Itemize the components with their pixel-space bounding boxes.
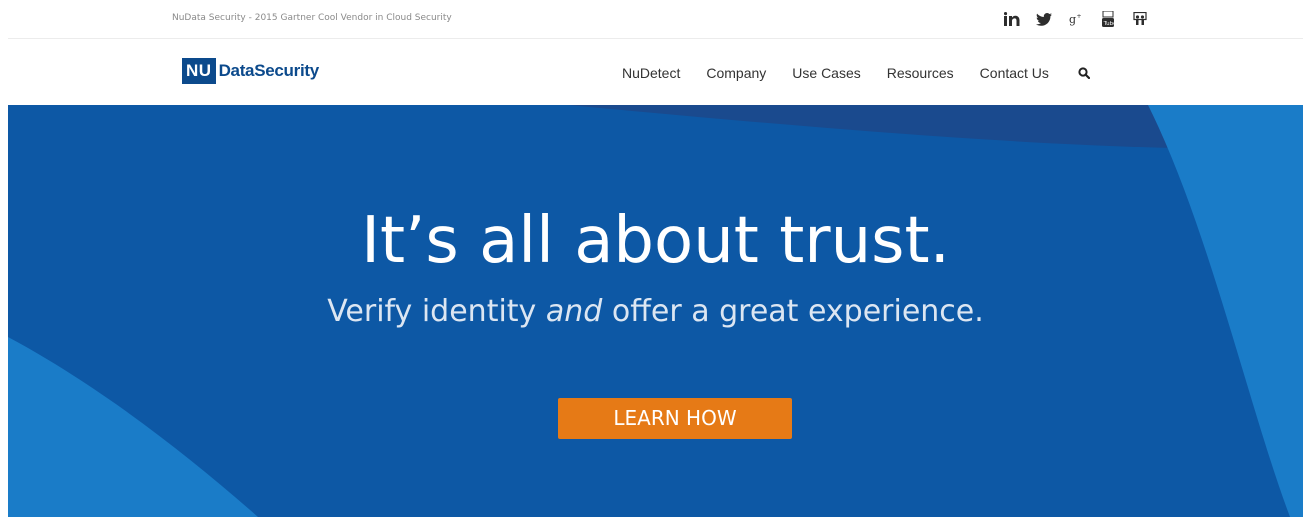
svg-text:g: g bbox=[1069, 13, 1076, 26]
nav-item-resources[interactable]: Resources bbox=[887, 65, 954, 81]
twitter-icon[interactable] bbox=[1028, 9, 1060, 29]
hero-subtitle-emphasis: and bbox=[545, 294, 603, 329]
logo-text: DataSecurity bbox=[218, 61, 320, 80]
top-bar: NuData Security - 2015 Gartner Cool Vend… bbox=[0, 0, 1311, 38]
tagline: NuData Security - 2015 Gartner Cool Vend… bbox=[172, 13, 452, 23]
nav-item-nudetect[interactable]: NuDetect bbox=[622, 65, 680, 81]
hero-title: It’s all about trust. bbox=[361, 204, 950, 278]
youtube-icon[interactable]: Tube bbox=[1092, 9, 1124, 29]
main-header: NU DataSecurity NuDetect Company Use Cas… bbox=[0, 39, 1311, 105]
search-icon[interactable] bbox=[1075, 64, 1093, 82]
svg-text:Tube: Tube bbox=[1103, 21, 1115, 27]
hero-subtitle-start: Verify identity bbox=[327, 294, 546, 329]
nav-item-company[interactable]: Company bbox=[706, 65, 766, 81]
logo[interactable]: NU DataSecurity bbox=[182, 58, 319, 84]
social-links: g + Tube bbox=[996, 9, 1156, 29]
hero-subtitle-end: offer a great experience. bbox=[602, 294, 984, 329]
learn-how-button[interactable]: LEARN HOW bbox=[558, 398, 792, 439]
logo-mark: NU bbox=[182, 58, 216, 84]
svg-text:+: + bbox=[1077, 13, 1082, 20]
linkedin-icon[interactable] bbox=[996, 9, 1028, 29]
nav-item-contact-us[interactable]: Contact Us bbox=[980, 65, 1049, 81]
slideshare-icon[interactable] bbox=[1124, 9, 1156, 29]
primary-nav: NuDetect Company Use Cases Resources Con… bbox=[622, 63, 1093, 83]
google-plus-icon[interactable]: g + bbox=[1060, 9, 1092, 29]
nav-item-use-cases[interactable]: Use Cases bbox=[792, 65, 860, 81]
hero-banner: It’s all about trust. Verify identity an… bbox=[8, 105, 1303, 517]
hero-subtitle: Verify identity and offer a great experi… bbox=[8, 293, 1303, 331]
